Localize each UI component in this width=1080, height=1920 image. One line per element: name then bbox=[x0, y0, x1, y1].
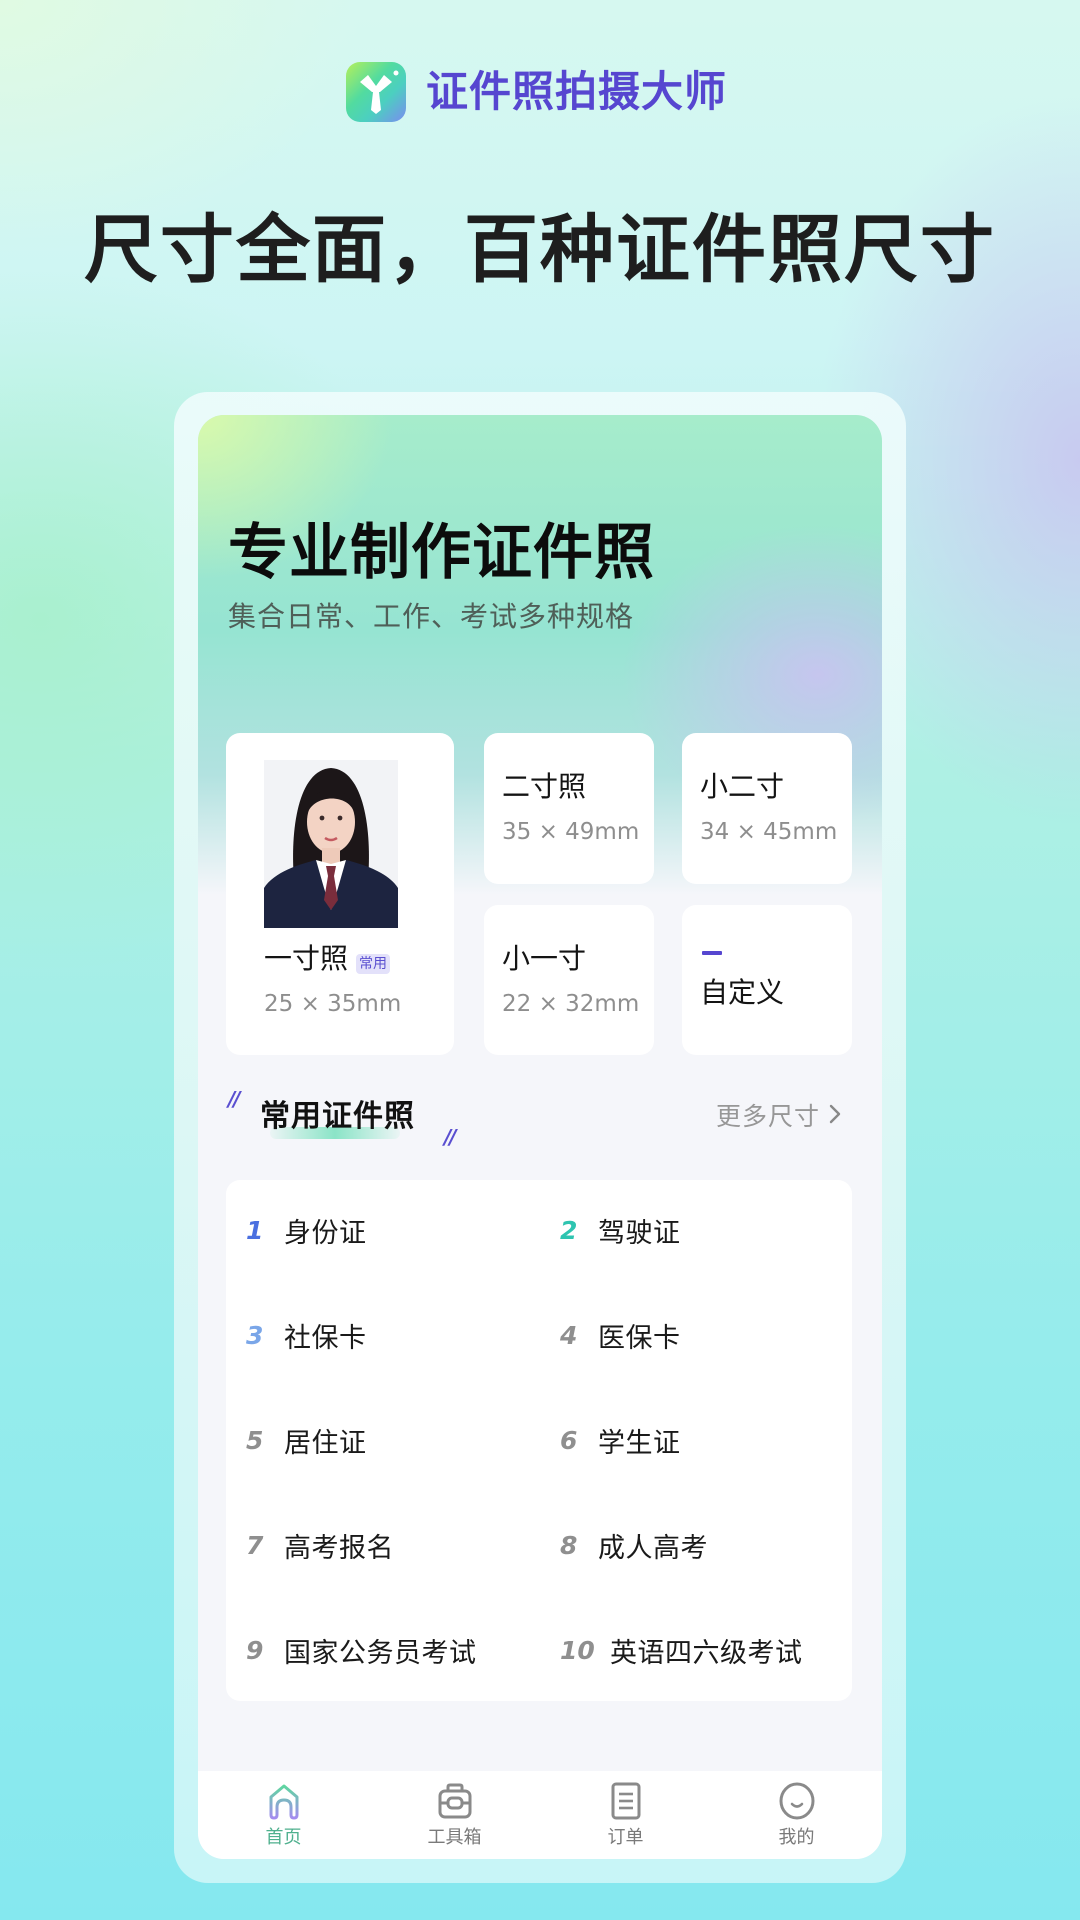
nav-tab-toolbox[interactable]: 工具箱 bbox=[369, 1771, 540, 1859]
size-card-dimensions: 34 × 45mm bbox=[700, 819, 838, 845]
home-icon bbox=[269, 1784, 298, 1820]
nav-tab-profile[interactable]: 我的 bbox=[711, 1771, 882, 1859]
list-item-label: 英语四六级考试 bbox=[610, 1637, 803, 1669]
list-item-id-type[interactable]: 3 社保卡 bbox=[246, 1315, 367, 1355]
more-sizes-label: 更多尺寸 bbox=[716, 1102, 821, 1131]
size-card-title-row: 一寸照 常用 bbox=[264, 941, 391, 977]
size-card-small-two-inch[interactable]: 小二寸 34 × 45mm bbox=[682, 733, 852, 884]
nav-label: 工具箱 bbox=[427, 1827, 482, 1848]
common-badge: 常用 bbox=[356, 953, 391, 974]
list-item-rank: 5 bbox=[246, 1425, 264, 1455]
tie-icon bbox=[360, 70, 399, 114]
size-card-name: 二寸照 bbox=[502, 770, 587, 803]
list-item-rank: 7 bbox=[246, 1530, 264, 1560]
size-card-dimensions: 35 × 49mm bbox=[502, 819, 640, 845]
list-item-label: 身份证 bbox=[284, 1217, 367, 1249]
list-item-label: 驾驶证 bbox=[598, 1217, 681, 1249]
headline: 尺寸全面，百种证件照尺寸 bbox=[84, 207, 996, 293]
list-item-label: 高考报名 bbox=[284, 1532, 394, 1564]
hero-title: 专业制作证件照 bbox=[228, 518, 655, 588]
list-item-id-type[interactable]: 5 居住证 bbox=[246, 1420, 367, 1460]
list-item-rank: 8 bbox=[560, 1530, 578, 1560]
size-card-name: 小二寸 bbox=[700, 770, 785, 803]
hero-subtitle: 集合日常、工作、考试多种规格 bbox=[228, 600, 635, 633]
nav-tab-home[interactable]: 首页 bbox=[198, 1771, 369, 1859]
list-item-id-type[interactable]: 10 英语四六级考试 bbox=[560, 1630, 803, 1670]
nav-label: 我的 bbox=[778, 1827, 815, 1848]
size-card-two-inch[interactable]: 二寸照 35 × 49mm bbox=[484, 733, 654, 884]
list-item-label: 国家公务员考试 bbox=[284, 1637, 477, 1669]
section-title: 常用证件照 bbox=[260, 1099, 415, 1134]
list-item-label: 社保卡 bbox=[284, 1322, 367, 1354]
more-sizes-link[interactable]: 更多尺寸 bbox=[716, 1099, 842, 1135]
size-card-name: 小一寸 bbox=[502, 942, 587, 975]
list-item-id-type[interactable]: 1 身份证 bbox=[246, 1210, 367, 1250]
common-id-list: 1 身份证 2 驾驶证 3 社保卡 4 医保卡 5 居住证 6 学生证 7 高考报名 8 成人高考 9 国家公务员… bbox=[226, 1180, 852, 1701]
list-item-rank: 3 bbox=[246, 1320, 264, 1350]
size-card-dimensions: 25 × 35mm bbox=[264, 991, 402, 1017]
list-item-id-type[interactable]: 8 成人高考 bbox=[560, 1525, 708, 1565]
app-name: 证件照拍摄大师 bbox=[426, 67, 728, 116]
size-card-name: 一寸照 bbox=[264, 942, 349, 975]
size-card-name: 自定义 bbox=[700, 976, 785, 1009]
app-screen: 专业制作证件照 集合日常、工作、考试多种规格 一寸照常用 25 × 35mm bbox=[198, 415, 882, 1859]
list-item-label: 居住证 bbox=[284, 1427, 367, 1459]
list-item-label: 医保卡 bbox=[598, 1322, 681, 1354]
size-card-dimensions: 22 × 32mm bbox=[502, 991, 640, 1017]
list-item-id-type[interactable]: 6 学生证 bbox=[560, 1420, 681, 1460]
portrait-sample-image bbox=[264, 760, 398, 928]
list-item-id-type[interactable]: 4 医保卡 bbox=[560, 1315, 681, 1355]
list-item-id-type[interactable]: 9 国家公务员考试 bbox=[246, 1630, 477, 1670]
chevron-right-icon bbox=[828, 1099, 842, 1135]
order-list-icon bbox=[611, 1782, 640, 1820]
nav-label: 首页 bbox=[265, 1827, 302, 1848]
nav-tab-orders[interactable]: 订单 bbox=[540, 1771, 711, 1859]
toolbox-icon bbox=[438, 1783, 471, 1819]
list-item-label: 学生证 bbox=[598, 1427, 681, 1459]
list-item-rank: 6 bbox=[560, 1425, 578, 1455]
decor-slash-icon: // bbox=[228, 1087, 241, 1111]
size-card-one-inch[interactable]: 一寸照 常用 25 × 35mm bbox=[226, 733, 454, 1055]
size-card-small-one-inch[interactable]: 小一寸 22 × 32mm bbox=[484, 905, 654, 1055]
list-item-rank: 10 bbox=[560, 1635, 595, 1665]
profile-smile-icon bbox=[779, 1782, 814, 1820]
list-item-rank: 1 bbox=[246, 1215, 264, 1245]
list-item-rank: 9 bbox=[246, 1635, 264, 1665]
bottom-nav: 首页 工具箱 订单 我的 bbox=[198, 1771, 882, 1859]
list-item-id-type[interactable]: 2 驾驶证 bbox=[560, 1210, 681, 1250]
nav-label: 订单 bbox=[607, 1827, 644, 1848]
list-item-label: 成人高考 bbox=[598, 1532, 708, 1564]
list-item-rank: 4 bbox=[560, 1320, 578, 1350]
app-logo bbox=[346, 62, 406, 122]
decor-slash-icon: // bbox=[444, 1125, 457, 1149]
size-card-custom[interactable]: 自定义 bbox=[682, 905, 852, 1055]
list-item-rank: 2 bbox=[560, 1215, 578, 1245]
custom-accent-dash bbox=[702, 951, 722, 955]
list-item-id-type[interactable]: 7 高考报名 bbox=[246, 1525, 394, 1565]
